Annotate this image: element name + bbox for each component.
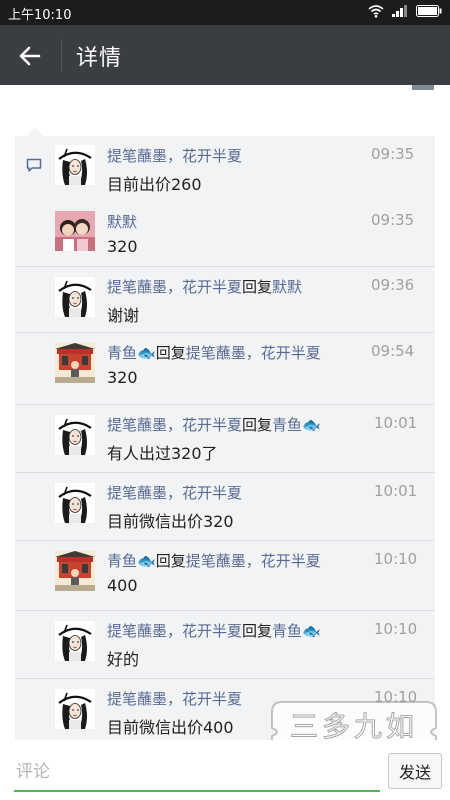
- comment-item[interactable]: 青鱼🐟回复提笔蘸墨，花开半夏 09:54 320: [15, 332, 435, 405]
- comment-time: 09:35: [371, 145, 415, 163]
- comment-author-line: 青鱼🐟回复提笔蘸墨，花开半夏: [107, 550, 321, 571]
- page-title: 详情: [76, 46, 123, 71]
- back-button[interactable]: [14, 40, 46, 72]
- comment-time: 10:01: [374, 482, 418, 500]
- comment-text: 谢谢: [107, 306, 140, 325]
- avatar[interactable]: [55, 551, 95, 591]
- comment-text: 320: [107, 237, 138, 256]
- author-name[interactable]: 提笔蘸墨，花开半夏: [107, 147, 242, 165]
- comment-item[interactable]: 提笔蘸墨，花开半夏回复青鱼🐟 10:01 有人出过320了: [15, 404, 435, 473]
- comment-author-line: 默默: [107, 211, 137, 232]
- avatar[interactable]: [55, 483, 95, 523]
- comment-author-line: 提笔蘸墨，花开半夏回复青鱼🐟: [107, 414, 321, 435]
- reply-target-name[interactable]: 默默: [272, 278, 302, 296]
- comment-item[interactable]: 提笔蘸墨，花开半夏回复青鱼🐟 10:10 好的: [15, 610, 435, 679]
- author-name[interactable]: 提笔蘸墨，花开半夏: [107, 484, 242, 502]
- comment-author-line: 提笔蘸墨，花开半夏: [107, 482, 242, 503]
- author-name[interactable]: 提笔蘸墨，花开半夏: [107, 416, 242, 434]
- status-icons: [368, 4, 442, 18]
- author-name[interactable]: 提笔蘸墨，花开半夏: [107, 622, 242, 640]
- comment-time: 10:10: [374, 550, 418, 568]
- status-bar: 上午10:10: [0, 0, 450, 25]
- reply-word: 回复: [242, 416, 273, 434]
- comment-time: 09:35: [371, 211, 415, 229]
- girl-hat-avatar-image: [55, 483, 95, 523]
- temple-cartoon-avatar-image: [55, 343, 95, 383]
- couple-photo-avatar-image: [55, 211, 95, 251]
- comment-input[interactable]: [14, 754, 378, 790]
- comment-author-line: 青鱼🐟回复提笔蘸墨，花开半夏: [107, 342, 321, 363]
- girl-hat-avatar-image: [55, 415, 95, 455]
- avatar[interactable]: [55, 211, 95, 251]
- comment-author-line: 提笔蘸墨，花开半夏: [107, 145, 242, 166]
- comment-text: 目前出价260: [107, 175, 202, 194]
- comment-item[interactable]: 提笔蘸墨，花开半夏 10:01 目前微信出价320: [15, 472, 435, 541]
- avatar[interactable]: [55, 621, 95, 661]
- comment-item[interactable]: 提笔蘸墨，花开半夏 10:10 目前微信出价400: [15, 678, 435, 740]
- author-name[interactable]: 提笔蘸墨，花开半夏: [107, 278, 242, 296]
- comment-text: 320: [107, 368, 138, 387]
- comment-author-line: 提笔蘸墨，花开半夏回复青鱼🐟: [107, 620, 321, 641]
- comment-author-line: 提笔蘸墨，花开半夏回复默默: [107, 276, 302, 297]
- reply-target-name[interactable]: 青鱼🐟: [272, 622, 321, 640]
- reply-word: 回复: [155, 344, 186, 362]
- comment-text: 目前微信出价320: [107, 512, 234, 531]
- reply-target-name[interactable]: 青鱼🐟: [272, 416, 321, 434]
- author-name[interactable]: 提笔蘸墨，花开半夏: [107, 690, 242, 708]
- battery-icon: [416, 5, 442, 17]
- comment-item[interactable]: 提笔蘸墨，花开半夏 09:35 目前出价260: [15, 136, 435, 202]
- reply-target-name[interactable]: 提笔蘸墨，花开半夏: [186, 552, 321, 570]
- signal-icon: [392, 5, 407, 17]
- comment-input-bar: 发送: [0, 740, 450, 800]
- temple-cartoon-avatar-image: [55, 551, 95, 591]
- comment-time: 10:01: [374, 414, 418, 432]
- comment-text: 400: [107, 576, 138, 595]
- author-name[interactable]: 默默: [107, 213, 137, 231]
- comment-text: 有人出过320了: [107, 444, 218, 463]
- comment-author-line: 提笔蘸墨，花开半夏: [107, 688, 242, 709]
- avatar[interactable]: [55, 689, 95, 729]
- comment-panel: 提笔蘸墨，花开半夏 09:35 目前出价260 默默 09:35 320 提笔蘸墨，花开半夏…: [15, 136, 435, 740]
- author-name[interactable]: 青鱼🐟: [107, 552, 156, 570]
- reply-word: 回复: [242, 278, 273, 296]
- panel-caret: [27, 128, 43, 136]
- status-time: 上午10:10: [8, 8, 72, 23]
- send-button[interactable]: 发送: [388, 753, 442, 789]
- avatar[interactable]: [55, 415, 95, 455]
- comment-text: 好的: [107, 650, 140, 669]
- girl-hat-avatar-image: [55, 621, 95, 661]
- comment-text: 目前微信出价400: [107, 718, 234, 737]
- girl-hat-avatar-image: [55, 689, 95, 729]
- scroll-indicator: [412, 85, 434, 90]
- comment-item[interactable]: 提笔蘸墨，花开半夏回复默默 09:36 谢谢: [15, 266, 435, 333]
- comment-time: 09:54: [371, 342, 415, 360]
- comment-time: 09:36: [371, 276, 415, 294]
- avatar[interactable]: [55, 343, 95, 383]
- girl-hat-avatar-image: [55, 277, 95, 317]
- arrow-left-icon: [19, 46, 41, 66]
- app-bar: 详情: [0, 25, 450, 85]
- reply-word: 回复: [242, 622, 273, 640]
- comment-time: 10:10: [374, 620, 418, 638]
- girl-hat-avatar-image: [55, 145, 95, 185]
- comment-item[interactable]: 默默 09:35 320: [15, 202, 435, 266]
- avatar[interactable]: [55, 277, 95, 317]
- comment-item[interactable]: 青鱼🐟回复提笔蘸墨，花开半夏 10:10 400: [15, 540, 435, 611]
- reply-target-name[interactable]: 提笔蘸墨，花开半夏: [186, 344, 321, 362]
- comment-time: 10:10: [374, 688, 418, 706]
- input-underline: [14, 790, 380, 792]
- app-bar-divider: [61, 39, 62, 71]
- author-name[interactable]: 青鱼🐟: [107, 344, 156, 362]
- avatar[interactable]: [55, 145, 95, 185]
- wifi-icon: [368, 5, 384, 18]
- reply-word: 回复: [155, 552, 186, 570]
